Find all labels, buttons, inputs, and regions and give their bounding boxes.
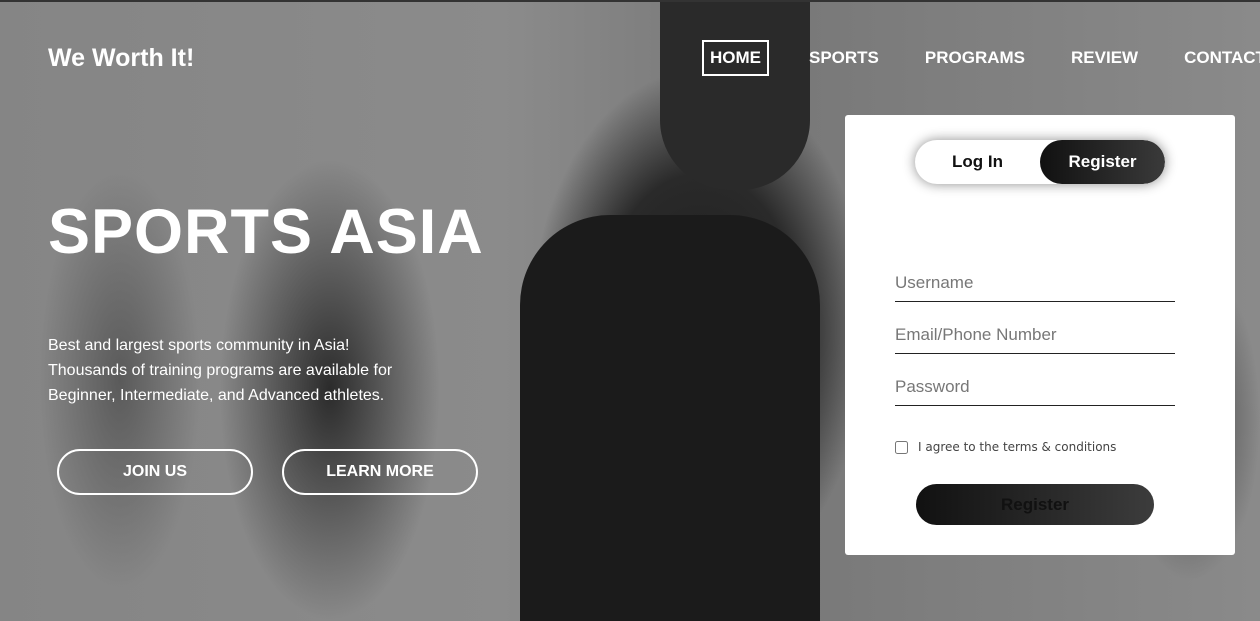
top-border: [0, 0, 1260, 2]
nav-item-programs[interactable]: PROGRAMS: [919, 42, 1031, 74]
hero-description-line: Best and largest sports community in Asi…: [48, 337, 350, 354]
hero-description-line: Beginner, Intermediate, and Advanced ath…: [48, 387, 385, 404]
hero-description-line: Thousands of training programs are avail…: [48, 362, 393, 379]
terms-row: I agree to the terms & conditions: [895, 440, 1116, 454]
password-input[interactable]: [895, 369, 1175, 406]
email-phone-input[interactable]: [895, 317, 1175, 354]
nav-item-contact-us[interactable]: CONTACT US: [1178, 42, 1260, 74]
username-input[interactable]: [895, 265, 1175, 302]
athlete-torso-figure: [520, 215, 820, 621]
terms-label: I agree to the terms & conditions: [918, 440, 1117, 454]
nav-item-home[interactable]: HOME: [702, 40, 769, 76]
auth-form-card: Log In Register I agree to the terms & c…: [845, 115, 1235, 555]
brand-logo[interactable]: We Worth It!: [48, 44, 194, 73]
join-us-button[interactable]: JOIN US: [57, 449, 253, 495]
login-tab[interactable]: Log In: [915, 140, 1040, 184]
main-nav: HOME SPORTS PROGRAMS REVIEW CONTACT US: [702, 40, 1260, 76]
hero-description: Best and largest sports community in Asi…: [48, 333, 468, 408]
nav-item-sports[interactable]: SPORTS: [803, 42, 885, 74]
athlete-head-figure: [660, 0, 810, 190]
nav-item-review[interactable]: REVIEW: [1065, 42, 1144, 74]
learn-more-button[interactable]: LEARN MORE: [282, 449, 478, 495]
terms-checkbox[interactable]: [895, 440, 908, 454]
hero-title: SPORTS ASIA: [48, 197, 484, 267]
register-submit-button[interactable]: Register: [916, 484, 1154, 525]
auth-mode-toggle: Log In Register: [915, 140, 1165, 184]
register-tab[interactable]: Register: [1040, 140, 1165, 184]
